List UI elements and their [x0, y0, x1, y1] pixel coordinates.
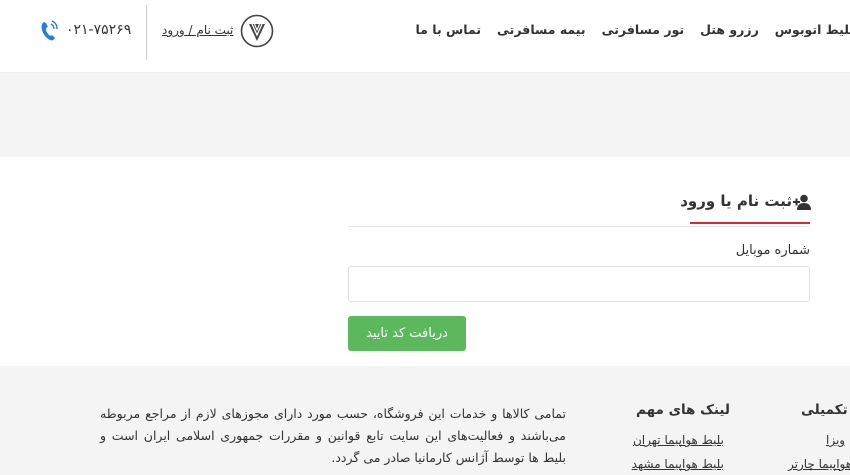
phone-number[interactable]: ۰۲۱-۷۵۲۶۹ [66, 22, 131, 38]
main-nav: بلیط اتوبوس رزرو هتل تور مسافرتی بیمه مس… [407, 22, 850, 37]
brand-logo-icon[interactable] [240, 14, 274, 48]
nav-item-insurance[interactable]: بیمه مسافرتی [489, 22, 594, 37]
footer-about-text: تمامی کالاها و خدمات این فروشگاه، حسب مو… [100, 406, 566, 465]
form-title: ثبت نام یا ورود [680, 192, 792, 210]
user-plus-icon [793, 194, 811, 210]
header-divider [146, 5, 147, 60]
nav-item-tour[interactable]: تور مسافرتی [594, 22, 693, 37]
nav-item-bus-ticket[interactable]: بلیط اتوبوس [767, 22, 850, 37]
site-footer: تمامی کالاها و خدمات این فروشگاه، حسب مو… [0, 366, 850, 475]
mobile-label: شماره موبایل [735, 243, 810, 258]
footer-link-charter[interactable]: بلیط هواپیما چارتر [788, 457, 850, 471]
footer-link-tehran[interactable]: بلیط هواپیما تهران [633, 433, 724, 447]
footer-extra-title: تکمیلی [801, 402, 848, 418]
phone-icon [41, 20, 58, 41]
form-heading: ثبت نام یا ورود [680, 192, 812, 224]
mobile-input[interactable] [348, 266, 810, 302]
nav-item-contact[interactable]: تماس با ما [407, 22, 489, 37]
get-code-button[interactable]: دریافت کد تایید [348, 316, 466, 351]
page-banner [0, 73, 850, 157]
footer-link-mashhad[interactable]: بلیط هواپیما مشهد [632, 457, 724, 471]
site-header: بلیط اتوبوس رزرو هتل تور مسافرتی بیمه مس… [0, 0, 850, 73]
login-register-link[interactable]: ثبت نام / ورود [162, 23, 233, 37]
footer-links-title: لینک های مهم [636, 402, 730, 418]
title-underline [690, 222, 810, 224]
nav-item-hotel[interactable]: رزرو هتل [692, 22, 767, 37]
form-divider [348, 226, 810, 227]
footer-link-visa[interactable]: ویزا [826, 433, 845, 447]
